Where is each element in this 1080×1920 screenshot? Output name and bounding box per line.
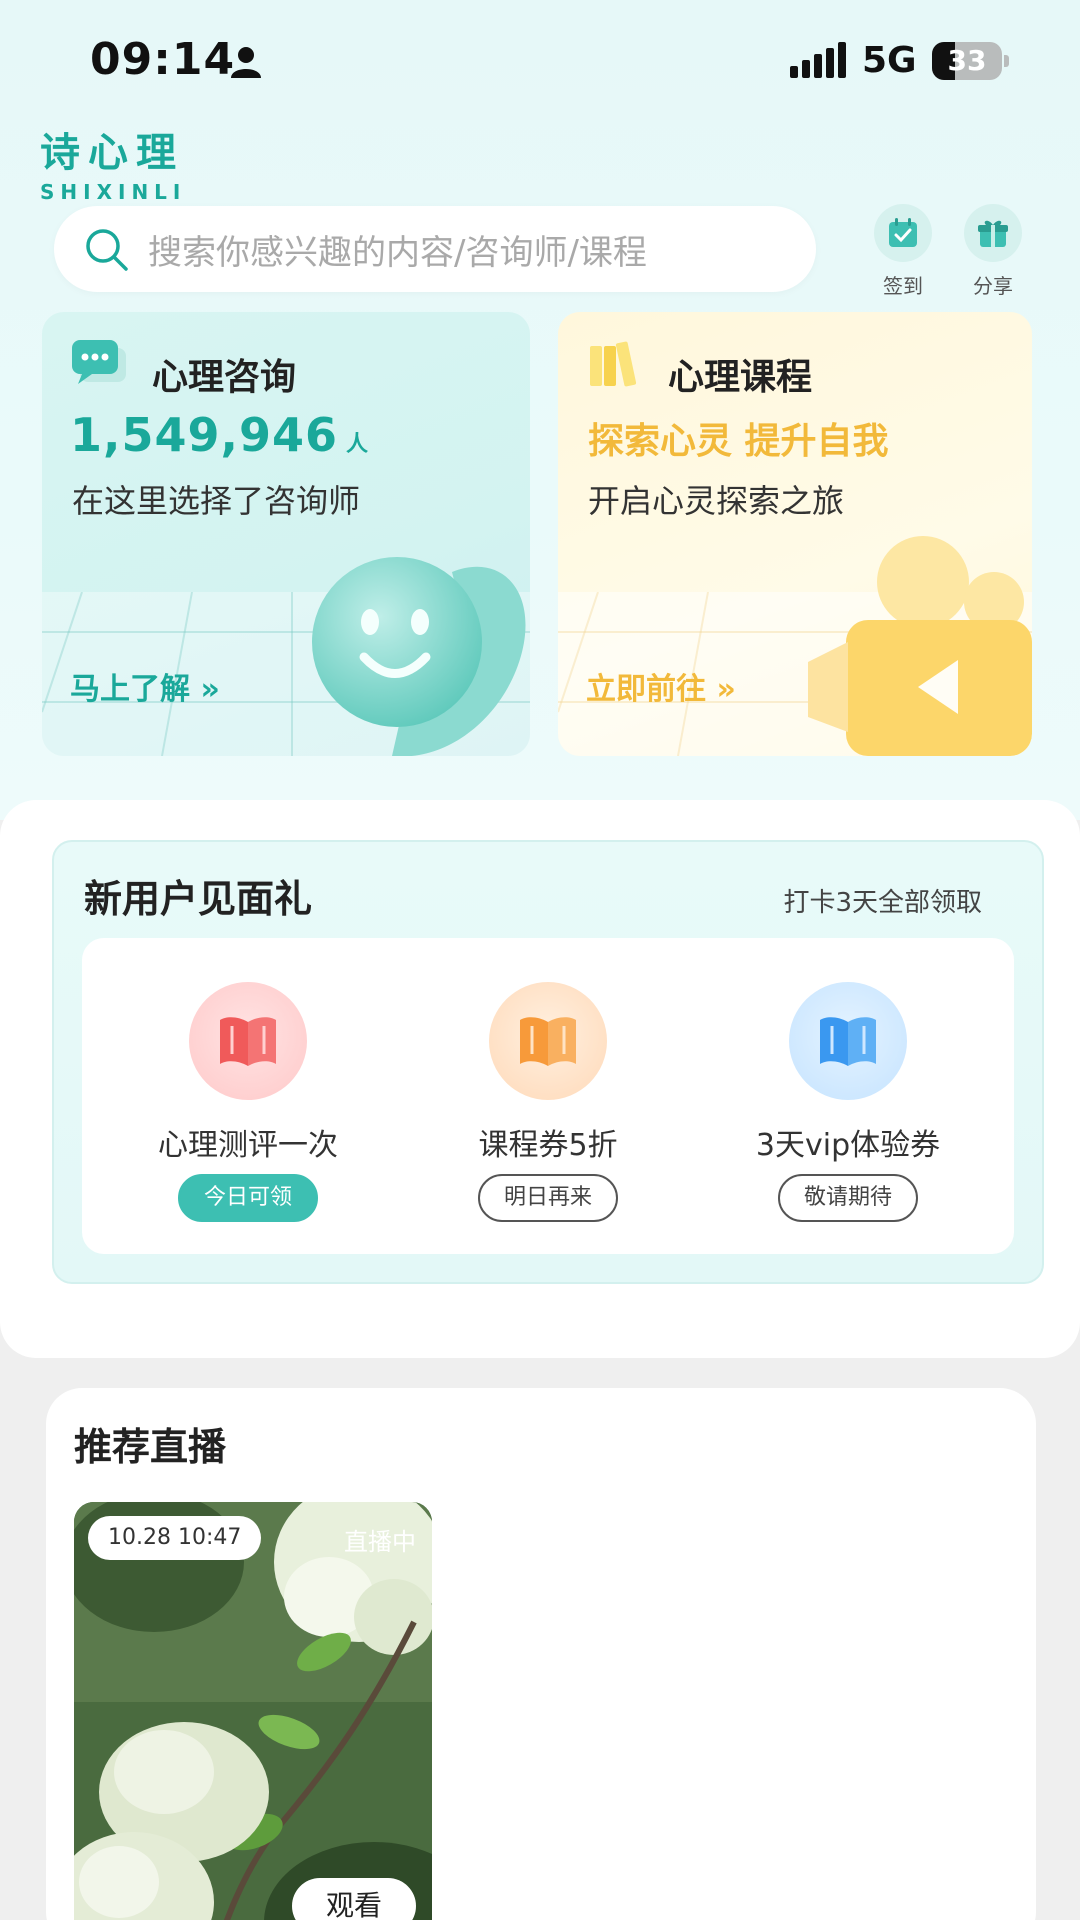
battery-icon: 33: [932, 42, 1009, 80]
network-label: 5G: [862, 40, 917, 81]
phone-smiley-illustration: [312, 557, 526, 756]
status-bar: 09:14 5G 33: [0, 0, 1080, 120]
book-icon: [220, 1017, 276, 1066]
status-time: 09:14: [90, 34, 236, 85]
gift-label: 心理测评一次: [158, 1128, 338, 1163]
claim-today-button[interactable]: 今日可领: [177, 1174, 318, 1222]
checkin-button[interactable]: 签到: [872, 204, 934, 299]
course-card[interactable]: 心理课程 探索心灵 提升自我 开启心灵探索之旅 立即前往 »: [558, 312, 1032, 756]
come-tomorrow-button[interactable]: 明日再来: [477, 1174, 618, 1222]
battery-level: 33: [947, 44, 987, 77]
calendar-check-icon: [889, 218, 917, 247]
gift-circle: [789, 982, 907, 1100]
gift-item-vip-trial[interactable]: 3天vip体验券 敬请期待: [698, 982, 998, 1222]
gift-title: 新用户见面礼: [84, 877, 313, 921]
checkin-label: 签到: [883, 274, 923, 298]
course-link[interactable]: 立即前往 »: [586, 664, 736, 708]
live-status-badge: 直播中: [344, 1528, 416, 1556]
course-title: 心理课程: [668, 357, 813, 398]
person-icon: [231, 47, 261, 78]
gift-icon: [978, 220, 1008, 247]
share-label: 分享: [973, 274, 1013, 298]
consult-desc: 在这里选择了咨询师: [72, 482, 361, 520]
gift-label: 3天vip体验券: [755, 1128, 941, 1163]
live-card[interactable]: 10.28 10:47 直播中 观看: [74, 1502, 432, 1920]
live-title: 推荐直播: [74, 1425, 227, 1469]
live-date: 10.28 10:47: [88, 1516, 262, 1560]
gift-circle: [189, 982, 307, 1100]
book-icon: [520, 1017, 576, 1066]
consult-link[interactable]: 马上了解 »: [70, 664, 220, 708]
logo-cn: 诗心理: [40, 129, 184, 176]
gift-label: 课程券5折: [478, 1128, 618, 1163]
coming-soon-button[interactable]: 敬请期待: [777, 1174, 918, 1222]
app-logo: 诗心理 SHIXINLI: [40, 120, 186, 204]
live-cover-image: [74, 1502, 432, 1920]
course-slogan: 探索心灵 提升自我: [588, 421, 889, 462]
book-icon: [820, 1017, 876, 1066]
consult-title: 心理咨询: [152, 357, 297, 398]
search-icon: [86, 229, 128, 271]
gift-item-assessment[interactable]: 心理测评一次 今日可领: [98, 982, 398, 1222]
share-button[interactable]: 分享: [962, 204, 1024, 299]
search-input[interactable]: 搜索你感兴趣的内容/咨询师/课程: [54, 206, 816, 292]
gift-circle: [489, 982, 607, 1100]
new-user-gift-box: 新用户见面礼 打卡3天全部领取 心理测评一次 今日可领 课程券5折 明日再来 3…: [52, 840, 1044, 1284]
live-panel: 推荐直播 10.28 10:47 直播中 观看: [46, 1388, 1036, 1920]
consult-count: 1,549,946 人: [70, 408, 369, 462]
gift-subtitle: 打卡3天全部领取: [783, 888, 982, 918]
books-icon: [590, 341, 637, 387]
logo-en: SHIXINLI: [40, 180, 187, 204]
gift-items: 心理测评一次 今日可领 课程券5折 明日再来 3天vip体验券 敬请期待: [82, 938, 1014, 1254]
video-camera-illustration: [808, 536, 1032, 756]
consult-count-value: 1,549,946: [70, 408, 338, 462]
search-placeholder: 搜索你感兴趣的内容/咨询师/课程: [148, 232, 647, 273]
consult-count-unit: 人: [346, 432, 370, 457]
watch-button[interactable]: 观看: [291, 1878, 416, 1920]
signal-icon: [790, 42, 846, 78]
consult-card[interactable]: 心理咨询 1,549,946 人 在这里选择了咨询师 马上了解 »: [42, 312, 530, 756]
gift-item-course-coupon[interactable]: 课程券5折 明日再来: [398, 982, 698, 1222]
course-desc: 开启心灵探索之旅: [588, 482, 845, 520]
chat-bubble-icon: [72, 340, 126, 384]
